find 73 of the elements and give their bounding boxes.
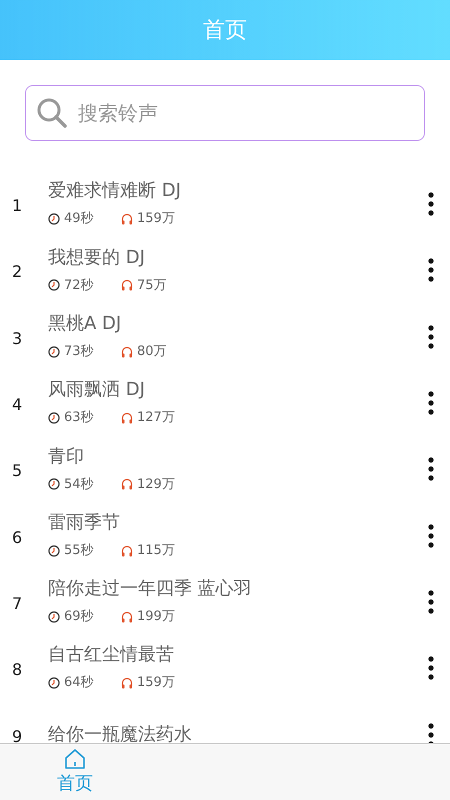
clock-icon bbox=[48, 346, 60, 358]
page-title: 首页 bbox=[203, 16, 247, 44]
song-row[interactable]: 4 风雨飘洒 DJ 63秒 127万 bbox=[0, 370, 450, 436]
song-duration: 64秒 bbox=[64, 674, 94, 692]
play-count: 159万 bbox=[137, 674, 175, 692]
song-duration: 63秒 bbox=[64, 409, 94, 428]
song-number: 2 bbox=[11, 261, 24, 284]
headphones-icon bbox=[121, 610, 133, 623]
song-number: 8 bbox=[11, 659, 24, 682]
more-icon[interactable] bbox=[428, 588, 434, 615]
song-title: 青印 bbox=[48, 444, 85, 469]
play-count: 129万 bbox=[137, 476, 175, 494]
song-number: 5 bbox=[11, 460, 24, 482]
song-row[interactable]: 8 自古红尘情最苦 64秒 159万 bbox=[0, 635, 450, 702]
more-icon[interactable] bbox=[428, 655, 434, 682]
song-number: 7 bbox=[11, 592, 24, 615]
song-title: 自古红尘情最苦 bbox=[48, 643, 175, 668]
play-count: 127万 bbox=[137, 409, 175, 428]
clock-icon bbox=[48, 478, 60, 490]
clock-icon bbox=[48, 279, 60, 292]
more-icon[interactable] bbox=[428, 191, 434, 218]
song-title: 陪你走过一年四季 蓝心羽 bbox=[48, 577, 253, 602]
song-duration: 72秒 bbox=[64, 276, 94, 295]
headphones-icon bbox=[121, 213, 133, 226]
song-number: 9 bbox=[11, 726, 24, 743]
more-icon[interactable] bbox=[428, 722, 434, 743]
clock-icon bbox=[48, 610, 60, 623]
more-icon[interactable] bbox=[428, 257, 434, 284]
song-duration: 54秒 bbox=[64, 476, 94, 494]
song-row[interactable]: 9 给你一瓶魔法药水 bbox=[0, 701, 450, 743]
song-row[interactable]: 2 我想要的 DJ 72秒 75万 bbox=[0, 237, 450, 304]
headphones-icon bbox=[121, 544, 133, 557]
song-number: 3 bbox=[11, 328, 24, 350]
song-row[interactable]: 6 雷雨季节 55秒 115万 bbox=[0, 502, 450, 569]
song-title: 风雨飘洒 DJ bbox=[48, 378, 146, 402]
song-title: 雷雨季节 bbox=[48, 510, 121, 535]
clock-icon bbox=[48, 677, 60, 690]
song-duration: 73秒 bbox=[64, 342, 94, 361]
song-title: 爱难求情难断 DJ bbox=[48, 179, 182, 204]
more-icon[interactable] bbox=[428, 390, 434, 416]
search-box[interactable]: 搜索铃声 bbox=[25, 85, 425, 141]
search-field[interactable]: 搜索铃声 bbox=[76, 97, 414, 129]
play-count: 80万 bbox=[137, 342, 167, 361]
headphones-icon bbox=[121, 346, 133, 358]
song-row[interactable]: 3 黑桃A DJ 73秒 80万 bbox=[0, 304, 450, 370]
play-count: 75万 bbox=[137, 276, 167, 295]
song-number: 4 bbox=[11, 394, 24, 416]
headphones-icon bbox=[121, 677, 133, 690]
clock-icon bbox=[48, 544, 60, 557]
more-icon[interactable] bbox=[428, 522, 434, 549]
song-row[interactable]: 1 爱难求情难断 DJ 49秒 159万 bbox=[0, 171, 450, 238]
headphones-icon bbox=[121, 279, 133, 292]
song-row[interactable]: 7 陪你走过一年四季 蓝心羽 69秒 199万 bbox=[0, 568, 450, 636]
play-count: 159万 bbox=[137, 210, 175, 228]
headphones-icon bbox=[121, 478, 133, 490]
song-row[interactable]: 5 青印 54秒 129万 bbox=[0, 436, 450, 502]
song-title: 黑桃A DJ bbox=[48, 312, 122, 336]
clock-icon bbox=[48, 412, 60, 424]
song-duration: 49秒 bbox=[64, 210, 94, 228]
more-icon[interactable] bbox=[428, 324, 434, 350]
song-title: 给你一瓶魔法药水 bbox=[48, 722, 193, 743]
play-count: 199万 bbox=[137, 608, 175, 626]
more-icon[interactable] bbox=[428, 456, 434, 482]
home-icon bbox=[64, 748, 86, 770]
headphones-icon bbox=[121, 412, 133, 424]
song-title: 我想要的 DJ bbox=[48, 246, 146, 270]
search-icon bbox=[36, 97, 68, 129]
song-duration: 69秒 bbox=[64, 608, 94, 626]
song-number: 1 bbox=[11, 195, 24, 218]
song-number: 6 bbox=[11, 526, 24, 549]
clock-icon bbox=[48, 213, 60, 226]
play-count: 115万 bbox=[137, 542, 175, 560]
song-duration: 55秒 bbox=[64, 542, 94, 560]
